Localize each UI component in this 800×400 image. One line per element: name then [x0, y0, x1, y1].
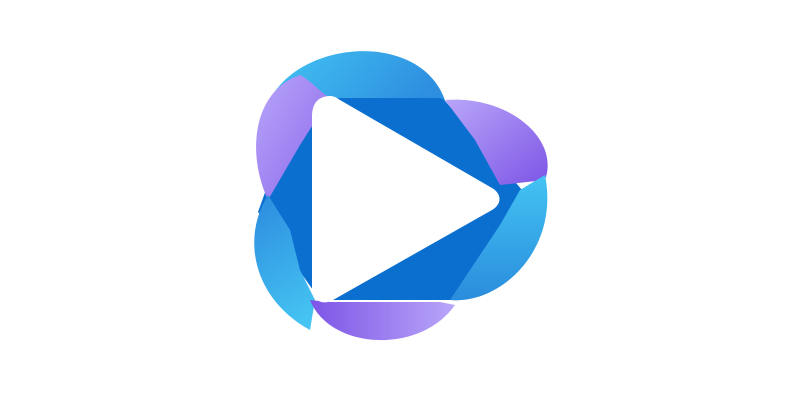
bottom-purple-lobe — [310, 300, 455, 341]
media-player-logo — [254, 51, 548, 341]
canvas — [0, 0, 800, 400]
